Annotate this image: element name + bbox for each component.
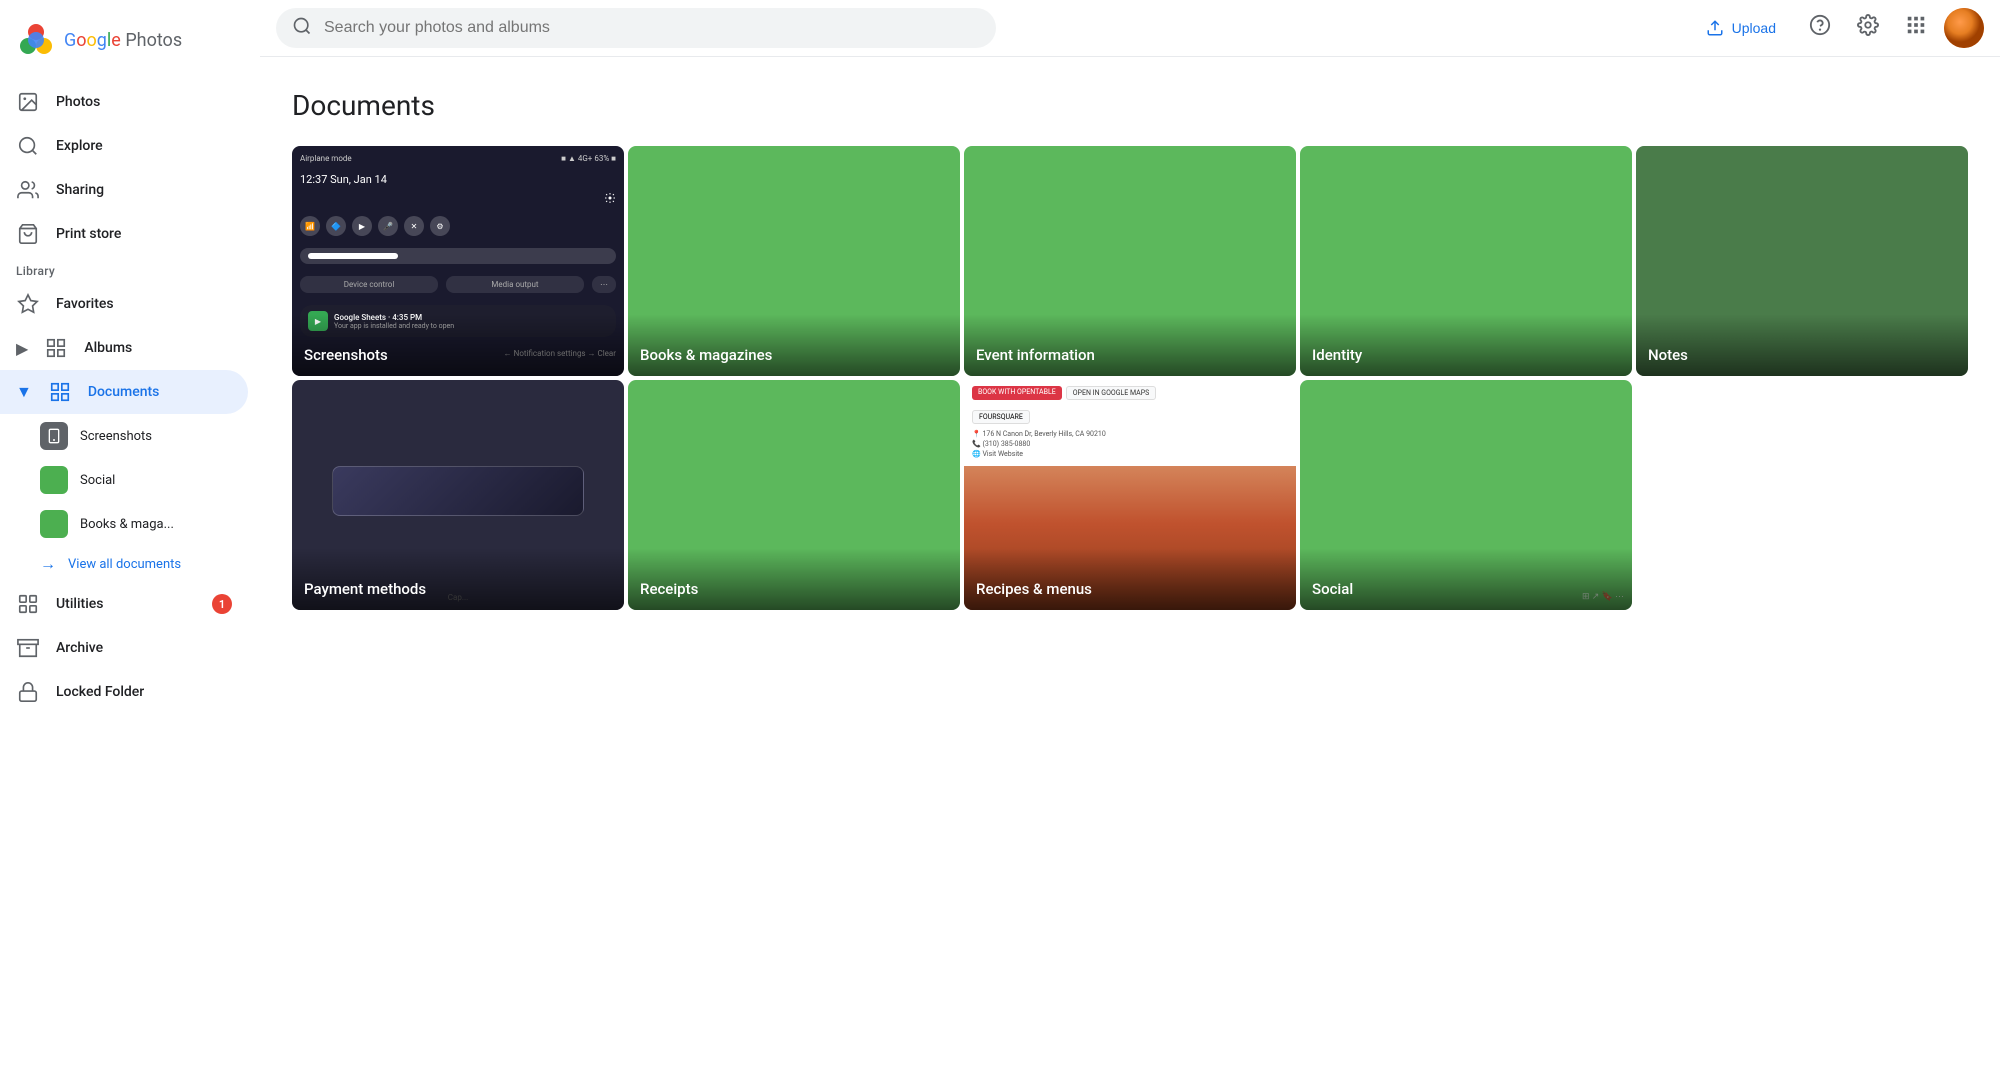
utilities-label: Utilities	[56, 596, 103, 612]
main-content: Upload	[260, 0, 2000, 1079]
books-card-label: Books & magazines	[628, 314, 960, 376]
upload-label: Upload	[1732, 20, 1776, 36]
card-books-magazines[interactable]: Books & magazines	[628, 146, 960, 376]
card-event-information[interactable]: Event information	[964, 146, 1296, 376]
card-screenshots[interactable]: Airplane mode ■ ▲ 4G+ 63% ■ 12:37 Sun, J…	[292, 146, 624, 376]
photo-icon	[16, 90, 40, 114]
albums-label: Albums	[84, 340, 132, 356]
sidebar-item-albums[interactable]: ▶ Albums	[0, 326, 248, 370]
arrow-right-icon: →	[40, 554, 56, 574]
sidebar-subitem-screenshots[interactable]: Screenshots	[0, 414, 248, 458]
card-receipts[interactable]: Receipts	[628, 380, 960, 610]
search-bar[interactable]	[276, 8, 996, 48]
settings-button[interactable]	[1848, 8, 1888, 48]
favorites-label: Favorites	[56, 296, 114, 312]
people-icon	[16, 178, 40, 202]
identity-card-label: Identity	[1300, 314, 1632, 376]
upload-icon	[1706, 19, 1724, 37]
library-section-label: Library	[0, 256, 260, 282]
sidebar-item-sharing[interactable]: Sharing	[0, 168, 248, 212]
page-title: Documents	[292, 89, 1968, 122]
archive-label: Archive	[56, 640, 103, 656]
sidebar-item-favorites[interactable]: Favorites	[0, 282, 248, 326]
gear-small-icon	[604, 192, 616, 204]
sharing-label: Sharing	[56, 182, 104, 198]
search-icon	[292, 16, 312, 40]
sidebar-item-documents[interactable]: ▼ Documents	[0, 370, 248, 414]
topbar-actions: Upload	[1690, 8, 1984, 48]
notes-card-label: Notes	[1636, 314, 1968, 376]
search-input[interactable]	[324, 19, 980, 37]
view-all-documents-link[interactable]: → View all documents	[0, 546, 260, 582]
ss-status-bar: Airplane mode ■ ▲ 4G+ 63% ■	[300, 154, 616, 163]
screenshots-sub-label: Screenshots	[80, 429, 152, 444]
receipts-card-label: Receipts	[628, 548, 960, 610]
view-all-label: View all documents	[68, 557, 181, 572]
event-card-label: Event information	[964, 314, 1296, 376]
social-card-label: Social	[1300, 548, 1632, 610]
help-button[interactable]	[1800, 8, 1840, 48]
sidebar-subitem-books[interactable]: Books & maga...	[0, 502, 248, 546]
sidebar-subitem-social[interactable]: Social	[0, 458, 248, 502]
help-icon	[1809, 14, 1831, 42]
ss-slider	[300, 248, 616, 264]
star-icon	[16, 292, 40, 316]
sidebar-item-utilities[interactable]: Utilities 1	[0, 582, 248, 626]
app-logo: Google Google PhotosPhotos	[0, 8, 260, 80]
avatar-image	[1944, 8, 1984, 48]
social-sub-label: Social	[80, 473, 115, 488]
ss-quick-settings: 📶 🔷 ▶ 🎤 ✕ ⚙	[300, 216, 616, 236]
locked-folder-label: Locked Folder	[56, 684, 144, 700]
document-grid: Airplane mode ■ ▲ 4G+ 63% ■ 12:37 Sun, J…	[292, 146, 1968, 610]
documents-expand-icon: ▼	[16, 382, 32, 402]
lock-icon	[16, 680, 40, 704]
photos-label: Photos	[56, 94, 100, 110]
print-store-label: Print store	[56, 226, 121, 242]
sidebar-item-explore[interactable]: Explore	[0, 124, 248, 168]
books-sub-label: Books & maga...	[80, 517, 174, 532]
sidebar-item-print-store[interactable]: Print store	[0, 212, 248, 256]
screenshots-sub-icon	[40, 422, 68, 450]
archive-icon	[16, 636, 40, 660]
sidebar-item-locked-folder[interactable]: Locked Folder	[0, 670, 248, 714]
books-sub-icon	[40, 510, 68, 538]
sidebar-item-photos[interactable]: Photos	[0, 80, 248, 124]
card-notes[interactable]: Notes	[1636, 146, 1968, 376]
explore-icon	[16, 134, 40, 158]
google-photos-logo-icon	[16, 20, 56, 60]
card-identity[interactable]: Identity	[1300, 146, 1632, 376]
social-sub-icon	[40, 466, 68, 494]
card-social[interactable]: ⊞ ↗ 🔖 ⋯ Social	[1300, 380, 1632, 610]
sidebar-item-archive[interactable]: Archive	[0, 626, 248, 670]
app-title: Google Google PhotosPhotos	[64, 30, 182, 51]
album-icon	[44, 336, 68, 360]
utilities-icon	[16, 592, 40, 616]
documents-label: Documents	[88, 384, 160, 400]
content-area: Documents Airplane mode ■ ▲ 4G+ 63% ■ 12…	[260, 57, 2000, 1079]
apps-icon	[1905, 14, 1927, 42]
topbar: Upload	[260, 0, 2000, 57]
apps-button[interactable]	[1896, 8, 1936, 48]
sidebar: Google Google PhotosPhotos Photos Explor…	[0, 0, 260, 1079]
documents-icon	[48, 380, 72, 404]
ss-controls: Device control Media output ⋯	[300, 276, 616, 293]
utilities-badge: 1	[212, 594, 232, 614]
card-payment-methods[interactable]: Cap... Payment methods	[292, 380, 624, 610]
albums-expand-icon: ▶	[16, 339, 28, 358]
upload-button[interactable]: Upload	[1690, 11, 1792, 45]
bag-icon	[16, 222, 40, 246]
explore-label: Explore	[56, 138, 103, 154]
settings-icon	[1857, 14, 1879, 42]
avatar[interactable]	[1944, 8, 1984, 48]
card-recipes-menus[interactable]: BOOK WITH OPENTABLE OPEN IN GOOGLE MAPS …	[964, 380, 1296, 610]
recipes-card-label: Recipes & menus	[964, 548, 1296, 610]
payment-card-label: Payment methods	[292, 548, 624, 610]
ss-date: 12:37 Sun, Jan 14	[300, 173, 616, 186]
recipe-card-header: BOOK WITH OPENTABLE OPEN IN GOOGLE MAPS …	[964, 380, 1296, 466]
screenshots-card-label: Screenshots	[292, 314, 624, 376]
